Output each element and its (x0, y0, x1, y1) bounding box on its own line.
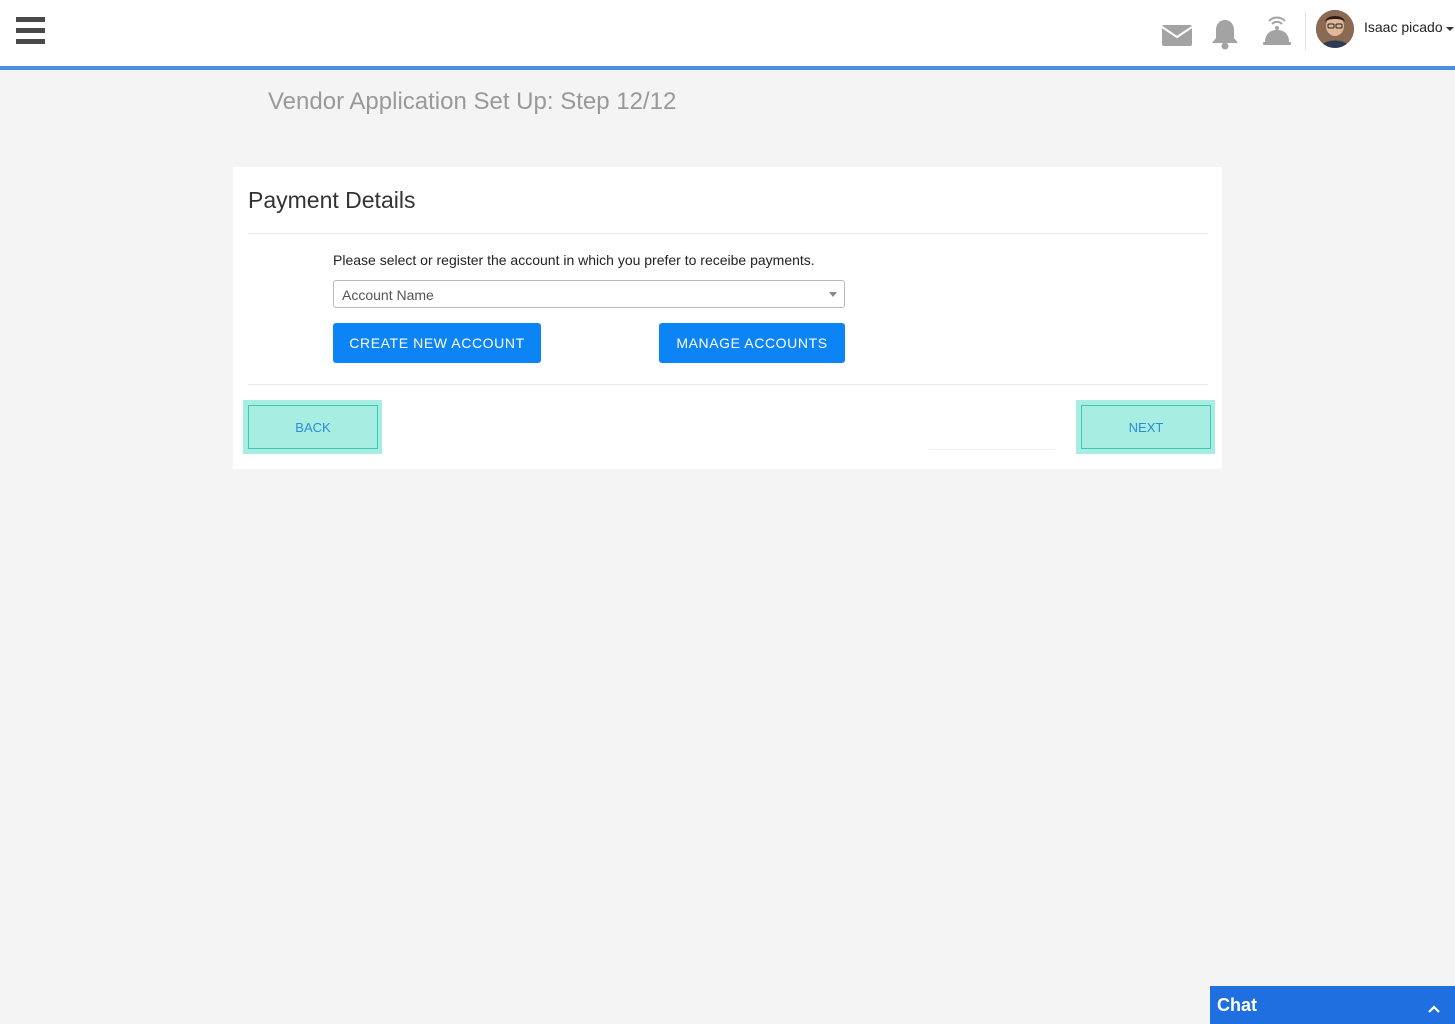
create-new-account-button[interactable]: CREATE NEW ACCOUNT (333, 323, 541, 363)
top-bar: Isaac picado (0, 0, 1455, 66)
account-select-value: Account Name (342, 287, 434, 303)
page-title: Vendor Application Set Up: Step 12/12 (268, 88, 677, 115)
card-title: Payment Details (248, 187, 416, 213)
payment-details-card: Payment Details Please select or registe… (233, 167, 1222, 469)
header-divider (1305, 12, 1306, 50)
service-bell-icon[interactable] (1261, 12, 1293, 53)
divider (248, 233, 1208, 234)
back-button-wrapper: BACK (243, 400, 382, 454)
hamburger-icon[interactable] (16, 17, 46, 45)
chevron-down-icon[interactable] (1446, 27, 1454, 31)
account-select[interactable]: Account Name (333, 280, 845, 308)
chat-label: Chat (1217, 995, 1257, 1015)
next-button[interactable]: NEXT (1081, 405, 1211, 449)
mail-icon[interactable] (1161, 22, 1193, 51)
avatar[interactable] (1316, 10, 1354, 48)
header-accent-line (0, 66, 1455, 70)
back-button[interactable]: BACK (248, 405, 378, 449)
chevron-down-icon (829, 292, 837, 297)
instruction-text: Please select or register the account in… (333, 252, 815, 268)
bell-icon[interactable] (1210, 18, 1240, 55)
divider (248, 384, 1208, 385)
chevron-up-icon[interactable] (1427, 1001, 1441, 1019)
chat-widget[interactable]: Chat (1210, 986, 1455, 1024)
manage-accounts-button[interactable]: MANAGE ACCOUNTS (659, 323, 845, 363)
user-name[interactable]: Isaac picado (1364, 19, 1443, 35)
faint-divider (929, 449, 1055, 450)
next-button-wrapper: NEXT (1076, 400, 1215, 454)
